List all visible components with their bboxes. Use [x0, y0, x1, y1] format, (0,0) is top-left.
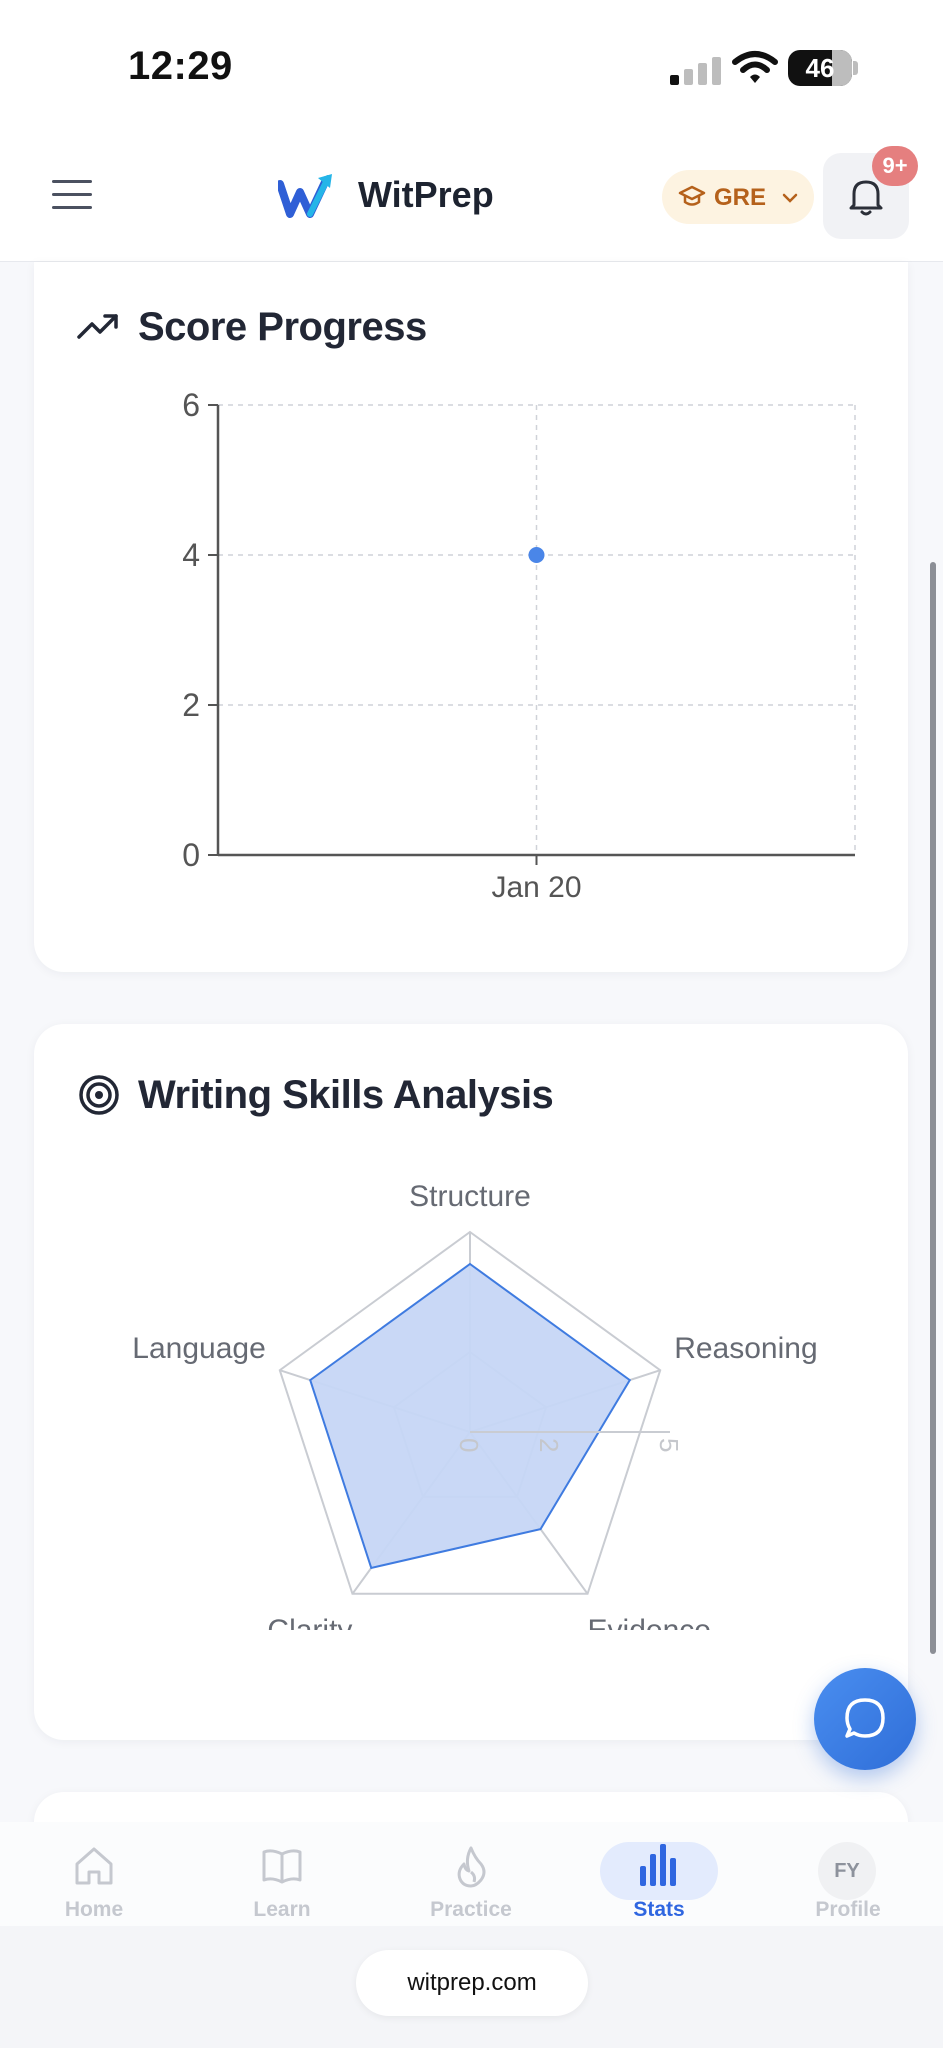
url-bar[interactable]: witprep.com	[356, 1950, 588, 2016]
scrollbar[interactable]	[930, 562, 936, 1654]
score-progress-chart: 0 2 4 6 Jan 20	[182, 387, 856, 904]
chat-button[interactable]	[814, 1668, 916, 1770]
nav-learn[interactable]: Learn	[207, 1830, 357, 1926]
avatar: FY	[818, 1842, 876, 1900]
radar-axis-label: Language	[132, 1332, 265, 1365]
score-progress-title: Score Progress	[138, 305, 427, 349]
nav-home[interactable]: Home	[19, 1830, 169, 1926]
y-tick-label: 6	[182, 387, 200, 423]
radar-axis-label: Clarity	[267, 1614, 352, 1630]
signal-icon	[670, 57, 721, 85]
y-tick-label: 2	[182, 687, 200, 723]
radar-axis-label: Evidence	[588, 1614, 711, 1630]
data-point	[528, 547, 545, 563]
radar-axis-label: Structure	[409, 1180, 531, 1213]
notification-badge: 9+	[872, 146, 918, 186]
y-tick-label: 4	[182, 537, 200, 573]
bar-chart-icon	[640, 1844, 676, 1886]
battery-icon: 46	[788, 50, 852, 86]
writing-skills-radar-chart: 0 2 5 Structure Reasoning Evidence Clarity Lang…	[132, 1180, 817, 1630]
radius-tick-label: 5	[654, 1438, 684, 1452]
wifi-icon	[732, 51, 778, 83]
menu-button[interactable]	[52, 180, 92, 212]
radius-tick-label: 0	[454, 1438, 484, 1452]
battery-level: 46	[805, 53, 835, 83]
x-tick-label: Jan 20	[491, 871, 581, 904]
exam-label: GRE	[714, 184, 767, 211]
bottom-navigation: Home Learn Practice Stats FY Profile	[0, 1822, 943, 1926]
chevron-down-icon	[782, 193, 798, 203]
witprep-logo-icon	[278, 174, 332, 218]
nav-practice[interactable]: Practice	[396, 1830, 546, 1926]
book-icon	[262, 1849, 302, 1884]
radius-tick-label: 2	[534, 1438, 564, 1452]
y-tick-label: 0	[182, 837, 200, 873]
exam-selector[interactable]: GRE	[662, 170, 814, 224]
nav-learn-label: Learn	[253, 1898, 311, 1921]
nav-practice-label: Practice	[430, 1898, 512, 1921]
trending-up-icon	[77, 314, 118, 339]
graduation-cap-icon	[678, 185, 706, 206]
flame-icon	[457, 1846, 486, 1888]
brand-name: WitPrep	[358, 174, 494, 215]
radar-data-area	[309, 1262, 632, 1570]
chat-bubble-icon	[845, 1698, 885, 1738]
nav-profile[interactable]: FY Profile	[773, 1830, 923, 1926]
nav-profile-label: Profile	[815, 1898, 881, 1921]
status-time: 12:29	[128, 44, 233, 88]
nav-stats[interactable]: Stats	[584, 1830, 734, 1926]
writing-skills-title: Writing Skills Analysis	[138, 1073, 554, 1117]
battery-tip	[853, 61, 858, 75]
radar-axis-label: Reasoning	[674, 1332, 817, 1365]
nav-stats-label: Stats	[633, 1898, 685, 1921]
nav-home-label: Home	[64, 1898, 124, 1921]
home-icon	[75, 1847, 113, 1885]
target-icon	[79, 1075, 119, 1115]
